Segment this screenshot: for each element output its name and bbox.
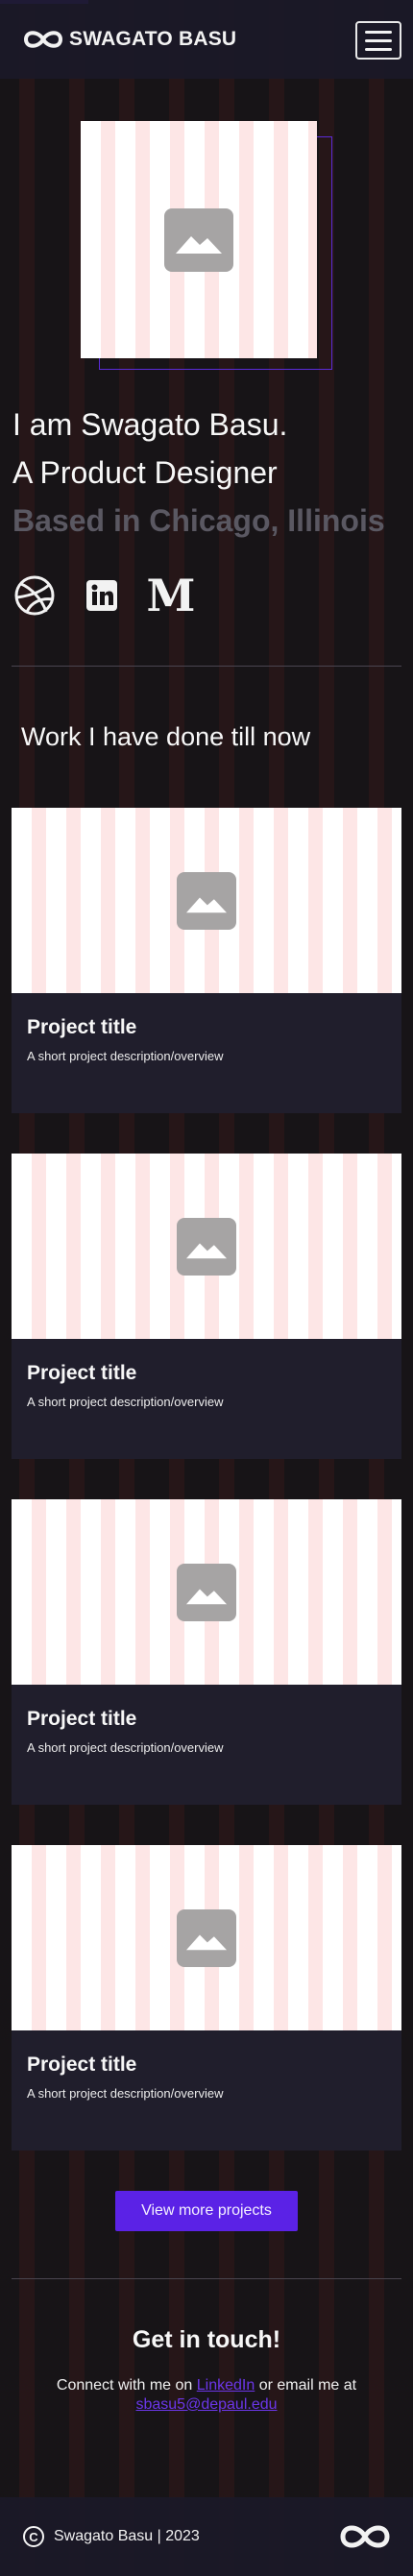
dribbble-link[interactable] (13, 574, 56, 617)
hero-image (81, 121, 317, 358)
hamburger-menu-button[interactable] (355, 21, 401, 60)
project-image (12, 808, 401, 993)
intro-role: A Product Designer (12, 455, 278, 490)
medium-link[interactable]: M (146, 570, 196, 621)
project-description: A short project description/overview (27, 1740, 224, 1755)
image-placeholder-icon (177, 1563, 236, 1621)
linkedin-icon (86, 580, 117, 611)
dribbble-icon (14, 575, 55, 616)
project-title: Project title (27, 2054, 137, 2076)
linkedin-text-link[interactable]: LinkedIn (197, 2377, 255, 2394)
footer-copyright-text: Swagato Basu | 2023 (54, 2528, 200, 2544)
infinity-logo-icon[interactable] (21, 27, 65, 52)
copyright-icon: C (23, 2526, 44, 2547)
social-links: M (13, 570, 196, 621)
project-description: A short project description/overview (27, 2086, 224, 2101)
linkedin-link[interactable] (85, 578, 119, 613)
section-divider (12, 666, 401, 667)
project-title: Project title (27, 1708, 137, 1730)
contact-title: Get in touch! (132, 2326, 281, 2353)
intro-location: Based in Chicago, Illinois (12, 503, 385, 538)
image-placeholder-icon (164, 207, 233, 272)
image-placeholder-icon (177, 1908, 236, 1967)
view-more-projects-button[interactable]: View more projects (115, 2191, 298, 2231)
project-image (12, 1499, 401, 1685)
image-placeholder-icon (177, 1217, 236, 1276)
project-description: A short project description/overview (27, 1049, 224, 1063)
section-divider (12, 2278, 401, 2279)
hamburger-menu-icon (365, 30, 392, 34)
project-description: A short project description/overview (27, 1395, 224, 1409)
email-link[interactable]: sbasu5@depaul.edu (135, 2396, 277, 2413)
project-card[interactable]: Project title A short project descriptio… (12, 808, 401, 1113)
infinity-logo-icon[interactable] (338, 2520, 392, 2553)
project-card[interactable]: Project title A short project descriptio… (12, 1154, 401, 1459)
intro-name: I am Swagato Basu. (12, 407, 288, 442)
work-section-title: Work I have done till now (21, 722, 311, 751)
project-title: Project title (27, 1362, 137, 1384)
project-title: Project title (27, 1016, 137, 1038)
project-image (12, 1154, 401, 1339)
brand-name[interactable]: SWAGATO BASU (69, 28, 236, 51)
project-card[interactable]: Project title A short project descriptio… (12, 1845, 401, 2151)
project-card[interactable]: Project title A short project descriptio… (12, 1499, 401, 1805)
contact-text: Connect with me on LinkedIn or email me … (56, 2377, 357, 2413)
site-header: SWAGATO BASU (0, 0, 413, 79)
site-footer: C Swagato Basu | 2023 (0, 2497, 413, 2576)
medium-icon: M (146, 570, 196, 621)
project-image (12, 1845, 401, 2030)
image-placeholder-icon (177, 871, 236, 930)
